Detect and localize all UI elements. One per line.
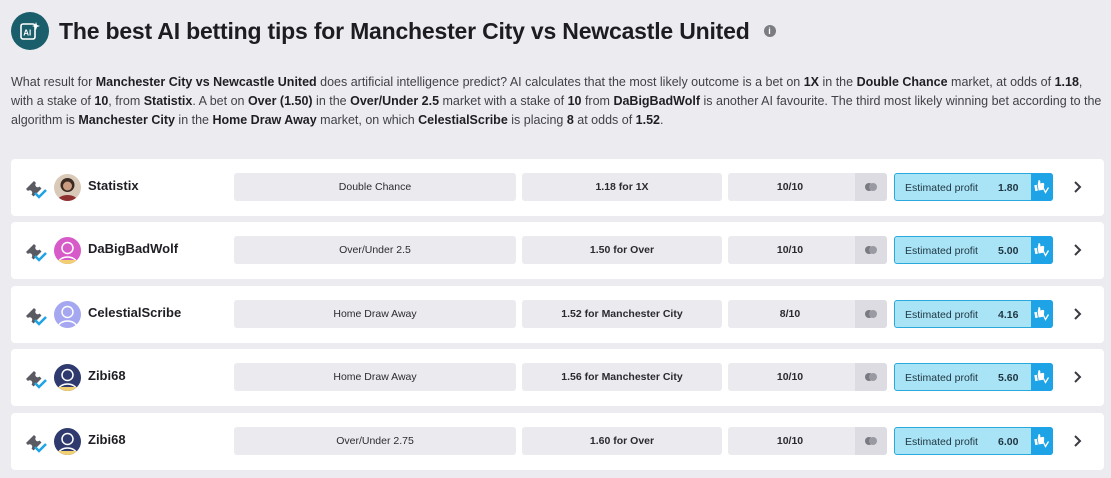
- chevron-right-icon[interactable]: [1071, 306, 1085, 322]
- chevron-right-icon[interactable]: [1071, 433, 1085, 449]
- market-name: Double Chance: [234, 173, 516, 201]
- ai-logo-icon: AI: [11, 12, 49, 50]
- tipster-avatar[interactable]: [54, 174, 81, 201]
- stake-box: 10/10: [728, 427, 887, 455]
- tip-row[interactable]: Zibi68 Over/Under 2.75 1.60 for Over 10/10 E…: [11, 413, 1104, 470]
- estimated-profit-label: Estimated profit: [905, 182, 978, 194]
- tipster-avatar[interactable]: [54, 428, 81, 455]
- bet-ticket-icon: [23, 240, 47, 262]
- tipster-name[interactable]: Zibi68: [88, 432, 126, 447]
- coins-icon: [855, 427, 887, 455]
- estimated-profit-value: 4.16: [998, 309, 1019, 321]
- odds-value: 1.18 for 1X: [522, 173, 722, 201]
- estimated-profit-box: Estimated profit 4.16: [894, 300, 1053, 328]
- stake-box: 10/10: [728, 363, 887, 391]
- tipster-avatar[interactable]: [54, 237, 81, 264]
- market-name: Home Draw Away: [234, 300, 516, 328]
- estimated-profit-value: 5.60: [998, 372, 1019, 384]
- estimated-profit-box: Estimated profit 5.60: [894, 363, 1053, 391]
- coins-icon: [855, 300, 887, 328]
- page-title: The best AI betting tips for Manchester …: [59, 17, 750, 44]
- stake-value: 10/10: [776, 371, 804, 383]
- estimated-profit-label: Estimated profit: [905, 436, 978, 448]
- stake-box: 10/10: [728, 173, 887, 201]
- coins-icon: [855, 173, 887, 201]
- coins-icon: [855, 236, 887, 264]
- estimated-profit-box: Estimated profit 5.00: [894, 236, 1053, 264]
- tipster-avatar[interactable]: [54, 364, 81, 391]
- thumbs-up-icon[interactable]: [1031, 173, 1053, 201]
- thumbs-up-icon[interactable]: [1031, 427, 1053, 455]
- bet-ticket-icon: [23, 431, 47, 453]
- estimated-profit-label: Estimated profit: [905, 309, 978, 321]
- thumbs-up-icon[interactable]: [1031, 236, 1053, 264]
- odds-value: 1.56 for Manchester City: [522, 363, 722, 391]
- tipster-avatar[interactable]: [54, 301, 81, 328]
- estimated-profit-label: Estimated profit: [905, 372, 978, 384]
- tipster-name[interactable]: Zibi68: [88, 368, 126, 383]
- estimated-profit-box: Estimated profit 6.00: [894, 427, 1053, 455]
- market-name: Over/Under 2.5: [234, 236, 516, 264]
- stake-box: 8/10: [728, 300, 887, 328]
- stake-value: 8/10: [779, 308, 801, 320]
- thumbs-up-icon[interactable]: [1031, 300, 1053, 328]
- stake-value: 10/10: [776, 244, 804, 256]
- coins-icon: [855, 363, 887, 391]
- bet-ticket-icon: [23, 177, 47, 199]
- thumbs-up-icon[interactable]: [1031, 363, 1053, 391]
- estimated-profit-value: 1.80: [998, 182, 1019, 194]
- market-name: Home Draw Away: [234, 363, 516, 391]
- stake-box: 10/10: [728, 236, 887, 264]
- tipster-name[interactable]: DaBigBadWolf: [88, 241, 178, 256]
- odds-value: 1.60 for Over: [522, 427, 722, 455]
- bet-ticket-icon: [23, 304, 47, 326]
- estimated-profit-value: 5.00: [998, 245, 1019, 257]
- bet-ticket-icon: [23, 367, 47, 389]
- chevron-right-icon[interactable]: [1071, 179, 1085, 195]
- ai-logo-text: AI: [23, 29, 31, 38]
- tipster-name[interactable]: CelestialScribe: [88, 305, 181, 320]
- info-icon[interactable]: i: [763, 25, 776, 37]
- market-name: Over/Under 2.75: [234, 427, 516, 455]
- chevron-right-icon[interactable]: [1071, 242, 1085, 258]
- tip-row[interactable]: DaBigBadWolf Over/Under 2.5 1.50 for Over 1…: [11, 222, 1104, 279]
- stake-value: 10/10: [776, 435, 804, 447]
- tip-row[interactable]: Zibi68 Home Draw Away 1.56 for Manchester …: [11, 349, 1104, 406]
- tipster-name[interactable]: Statistix: [88, 178, 139, 193]
- tip-row[interactable]: CelestialScribe Home Draw Away 1.52 for Ma…: [11, 286, 1104, 343]
- odds-value: 1.52 for Manchester City: [522, 300, 722, 328]
- tip-row[interactable]: Statistix Double Chance 1.18 for 1X 10/10 Es…: [11, 159, 1104, 216]
- odds-value: 1.50 for Over: [522, 236, 722, 264]
- estimated-profit-label: Estimated profit: [905, 245, 978, 257]
- stake-value: 10/10: [776, 181, 804, 193]
- page-header: AI The best AI betting tips for Manchest…: [11, 12, 776, 50]
- estimated-profit-value: 6.00: [998, 436, 1019, 448]
- chevron-right-icon[interactable]: [1071, 369, 1085, 385]
- intro-paragraph: What result for Manchester City vs Newca…: [11, 75, 1102, 127]
- estimated-profit-box: Estimated profit 1.80: [894, 173, 1053, 201]
